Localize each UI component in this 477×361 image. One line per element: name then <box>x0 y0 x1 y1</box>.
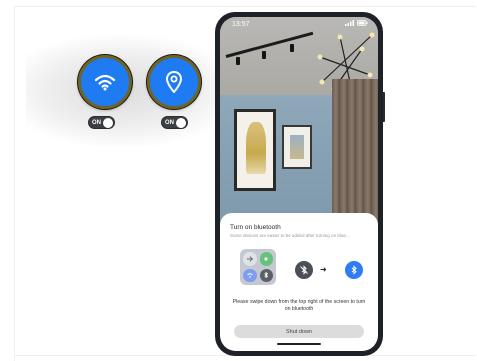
shut-down-button[interactable]: Shut down <box>234 325 364 338</box>
instruction-text: Please swipe down from the top right of … <box>232 299 366 312</box>
phone-screen: 13:57 Turn on bluetooth Some devices are… <box>220 17 378 351</box>
sheet-subtitle: Some devices are easier to be added afte… <box>230 233 350 238</box>
wifi-button[interactable] <box>78 55 132 109</box>
status-clock: 13:57 <box>232 21 250 28</box>
icon-backdrop <box>26 36 236 146</box>
status-bar: 13:57 <box>220 17 378 33</box>
location-toggle[interactable]: ON <box>161 116 188 129</box>
toggle-knob <box>103 118 113 128</box>
home-indicator <box>277 343 321 345</box>
bluetooth-sheet: Turn on bluetooth Some devices are easie… <box>220 213 378 351</box>
location-button[interactable] <box>147 55 201 109</box>
wall-picture <box>234 109 276 191</box>
sheet-title: Turn on bluetooth <box>230 224 281 231</box>
phone-mockup: 13:57 Turn on bluetooth Some devices are… <box>215 12 383 356</box>
control-center-preview <box>240 249 276 285</box>
bluetooth-off-icon <box>295 261 313 279</box>
top-divider <box>14 6 476 7</box>
left-divider <box>14 6 15 361</box>
wall-picture <box>282 125 312 169</box>
room-curtain <box>332 79 378 229</box>
wifi-icon <box>243 268 257 282</box>
signal-icon <box>345 20 354 26</box>
bluetooth-icon <box>259 268 273 282</box>
wifi-icon <box>94 74 116 91</box>
toggle-knob <box>176 118 186 128</box>
wifi-toggle[interactable]: ON <box>88 116 115 129</box>
spotlight <box>290 44 294 52</box>
location-pin-icon <box>166 71 182 93</box>
spotlight <box>236 57 240 65</box>
battery-icon <box>357 20 368 26</box>
arrow-right-icon: ➜ <box>320 265 327 274</box>
bluetooth-icon <box>345 261 363 279</box>
spotlight <box>262 51 266 59</box>
airplane-icon <box>243 252 257 266</box>
wifi-toggle-label: ON <box>92 120 101 126</box>
location-toggle-label: ON <box>165 120 174 126</box>
cellular-icon <box>259 252 273 266</box>
